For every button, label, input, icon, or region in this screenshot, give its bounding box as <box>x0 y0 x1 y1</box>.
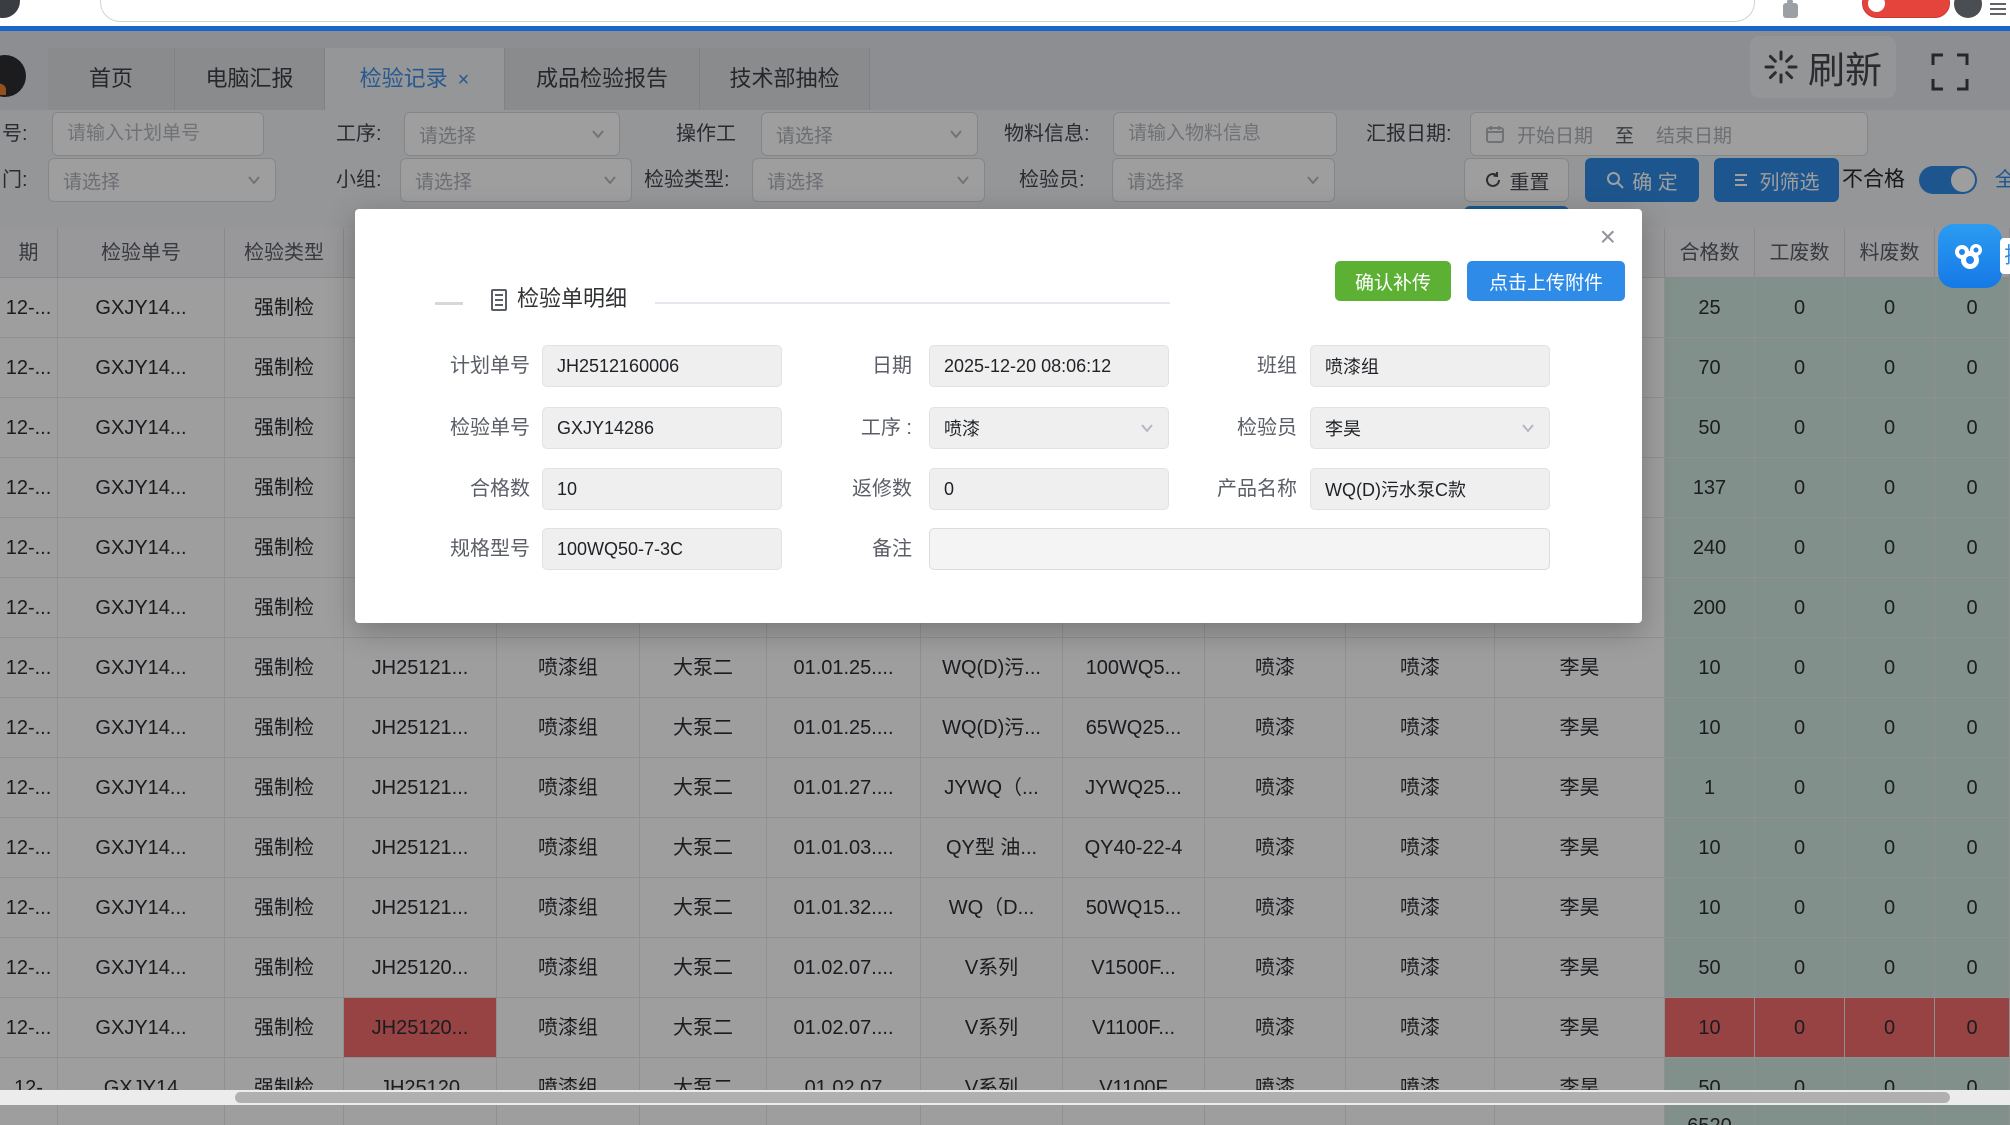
screen: 首页 电脑汇报 检验记录× 成品检验报告 技术部抽检 刷新 号: 工序: 请选择… <box>0 0 2010 1125</box>
modal-field-label: 计划单号 <box>395 345 530 387</box>
title-divider <box>655 302 1170 304</box>
cloud-partial-label[interactable]: 排 <box>2000 238 2010 274</box>
modal-field-input[interactable] <box>929 528 1550 570</box>
modal-field-input[interactable] <box>929 345 1169 387</box>
modal-field-label: 班组 <box>1160 345 1297 387</box>
modal-field-label: 检验员 <box>1160 407 1297 449</box>
close-icon[interactable]: × <box>1600 223 1616 251</box>
title-dash <box>435 302 463 305</box>
modal-field-label: 备注 <box>775 528 912 570</box>
modal-field-label: 日期 <box>775 345 912 387</box>
modal-field-label: 规格型号 <box>395 528 530 570</box>
modal-field-input[interactable] <box>542 345 782 387</box>
browser-avatar-corner <box>0 0 20 18</box>
cloud-floating-button[interactable] <box>1938 224 2002 288</box>
modal-field-value[interactable] <box>557 479 767 500</box>
browser-chrome <box>0 0 2010 26</box>
modal-field-value[interactable] <box>944 356 1154 377</box>
cloud-icon <box>1950 241 1990 271</box>
modal-field-input[interactable] <box>542 528 782 570</box>
form-icon <box>491 289 507 311</box>
horizontal-scrollbar[interactable] <box>0 1090 2010 1105</box>
address-bar[interactable] <box>100 0 1755 22</box>
modal-title: 检验单明细 <box>517 281 627 313</box>
chevron-down-icon <box>1521 421 1535 435</box>
inspection-detail-modal: × 检验单明细 确认补传 点击上传附件 计划单号 日期 班组检验单号 工序 : 检验员合… <box>355 209 1642 623</box>
modal-field-input[interactable] <box>542 407 782 449</box>
modal-field-value[interactable] <box>944 418 1140 439</box>
browser-profile-avatar[interactable] <box>1954 0 1982 18</box>
modal-field-input[interactable] <box>1310 468 1550 510</box>
modal-field-label: 产品名称 <box>1160 468 1297 510</box>
modal-field-value[interactable] <box>944 479 1154 500</box>
modal-field-value[interactable] <box>1325 479 1535 500</box>
modal-field-value[interactable] <box>557 418 767 439</box>
modal-field-label: 工序 : <box>775 407 912 449</box>
modal-field-value[interactable] <box>557 356 767 377</box>
scrollbar-thumb[interactable] <box>235 1092 1950 1103</box>
confirm-reupload-button[interactable]: 确认补传 <box>1335 261 1451 301</box>
modal-field-label: 检验单号 <box>395 407 530 449</box>
modal-field-input[interactable] <box>929 468 1169 510</box>
modal-field-label: 合格数 <box>395 468 530 510</box>
chevron-down-icon <box>1140 421 1154 435</box>
modal-field-input[interactable] <box>1310 345 1550 387</box>
modal-field-select[interactable] <box>929 407 1169 449</box>
profile-pill[interactable] <box>1862 0 1950 18</box>
modal-field-value[interactable] <box>1325 418 1521 439</box>
modal-field-input[interactable] <box>542 468 782 510</box>
modal-field-value[interactable] <box>557 539 767 560</box>
browser-menu-icon[interactable] <box>1990 3 2006 15</box>
modal-field-label: 返修数 <box>775 468 912 510</box>
extensions-icon[interactable] <box>1783 3 1798 18</box>
modal-field-value[interactable] <box>944 539 1535 560</box>
loading-progress-bar <box>0 26 2010 31</box>
modal-field-select[interactable] <box>1310 407 1550 449</box>
upload-attachment-button[interactable]: 点击上传附件 <box>1467 261 1625 301</box>
modal-field-value[interactable] <box>1325 356 1535 377</box>
